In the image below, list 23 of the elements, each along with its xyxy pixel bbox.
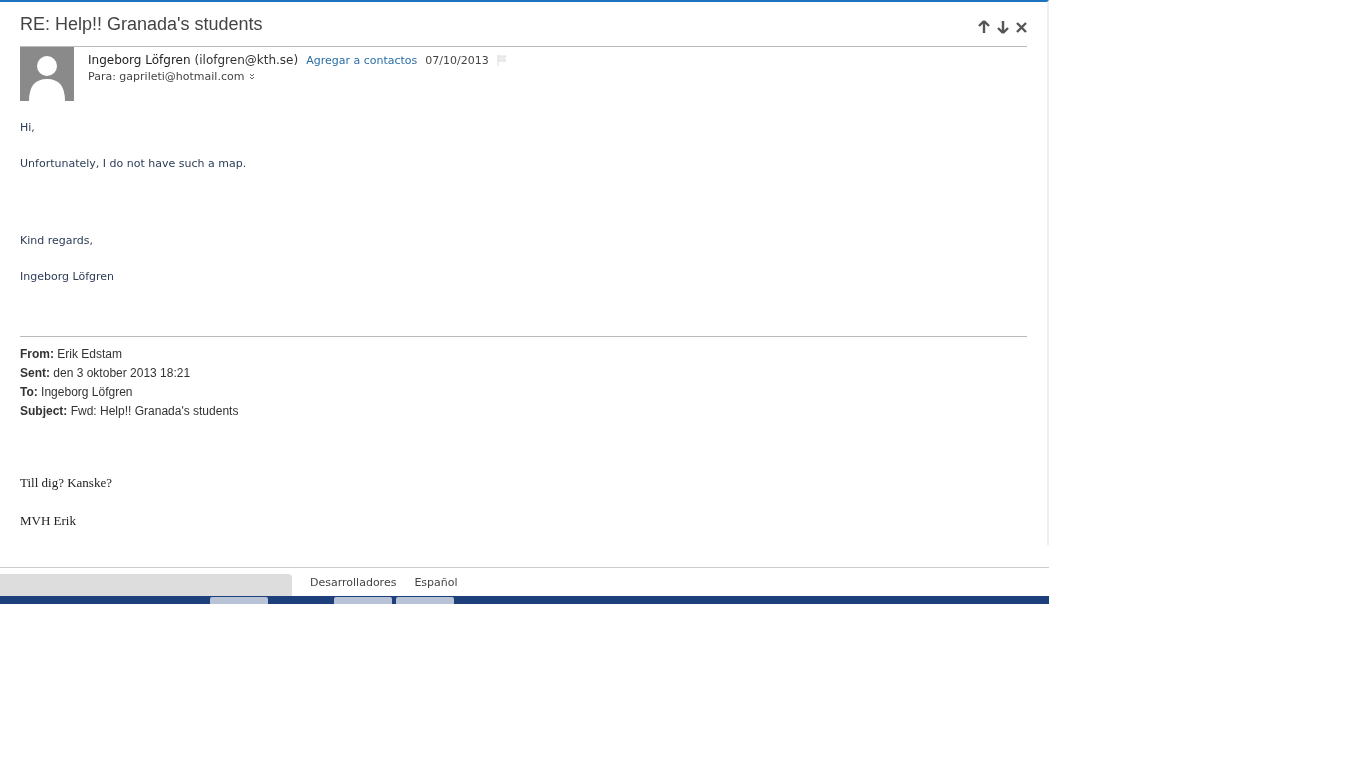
quoted-header-line: Sent: den 3 oktober 2013 18:21 — [20, 365, 192, 382]
sender-email: (ilofgren@kth.se) — [194, 53, 299, 67]
quoted-header-line: From: Erik Edstam — [20, 346, 123, 363]
sender-name: Ingeborg Löfgren — [88, 53, 191, 67]
add-contact-link[interactable]: Agregar a contactos — [306, 53, 418, 67]
avatar-silhouette — [20, 47, 74, 101]
expand-chevron-icon[interactable] — [249, 73, 256, 80]
message-date: 07/10/2013 — [425, 53, 489, 67]
quoted-header-line: Subject: Fwd: Help!! Granada's students — [20, 403, 240, 420]
body-text: Hi, — [20, 121, 36, 134]
footer-link[interactable]: Desarrolladores — [310, 575, 397, 589]
quoted-body-text: MVH Erik — [20, 513, 77, 529]
body-text: Ingeborg Löfgren — [20, 270, 116, 283]
recipient-text: Para: gaprileti@hotmail.com — [88, 70, 245, 83]
quoted-body-text: Till dig? Kanske? — [20, 475, 113, 491]
message-subject: RE: Help!! Granada's students — [20, 13, 263, 35]
body-text: Kind regards, — [20, 234, 95, 247]
up-arrow-icon[interactable] — [978, 20, 990, 34]
down-arrow-icon[interactable] — [997, 20, 1009, 34]
body-text: Unfortunately, I do not have such a map. — [20, 157, 248, 170]
footer-link[interactable]: Español — [414, 575, 458, 589]
close-icon[interactable] — [1016, 21, 1027, 33]
quoted-header-line: To: Ingeborg Löfgren — [20, 384, 134, 401]
